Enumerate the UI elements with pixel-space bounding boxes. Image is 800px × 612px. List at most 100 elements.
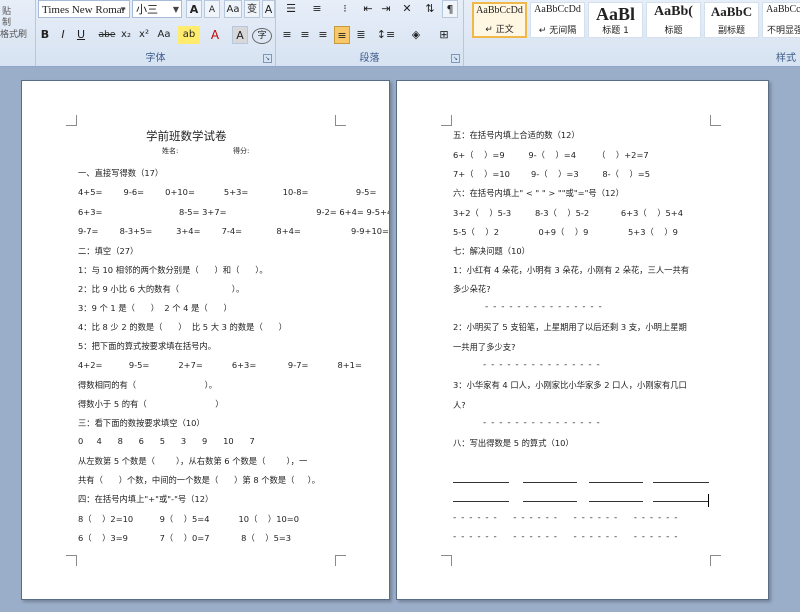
- align-left-icon[interactable]: ≡: [280, 26, 294, 44]
- decrease-indent-icon[interactable]: ⇤: [360, 0, 376, 18]
- align-right-icon[interactable]: ≡: [316, 26, 330, 44]
- crop-mark: [441, 115, 452, 126]
- style-sample: AaBbC: [710, 4, 753, 19]
- font-size-value: 小三: [136, 3, 158, 16]
- change-case-button[interactable]: Aa: [224, 0, 242, 18]
- format-painter-label[interactable]: 格式刷: [0, 27, 27, 40]
- style-tile[interactable]: AaBb(标题: [646, 2, 701, 38]
- answer-blank: [653, 501, 709, 502]
- text-line: 3：小华家有 4 口人，小刚家比小华家多 2 口人，小刚家有几口: [453, 380, 687, 390]
- dialog-launcher-icon[interactable]: ↘: [263, 54, 272, 63]
- name-label: 姓名:: [162, 147, 179, 155]
- ribbon: 贴 制 格式刷 Times New Romar ▼ 小三 ▼ A A Aa 变 …: [0, 0, 800, 67]
- borders-icon[interactable]: ⊞: [432, 26, 456, 44]
- answer-blank: [453, 501, 509, 502]
- clipboard-group: 贴 制 格式刷: [0, 0, 36, 66]
- font-name-field[interactable]: Times New Romar ▼: [38, 0, 130, 18]
- answer-blank: [523, 482, 577, 483]
- multilevel-list-icon[interactable]: ⁝: [334, 0, 356, 18]
- shrink-font-button[interactable]: A: [204, 0, 220, 18]
- crop-mark: [441, 555, 452, 566]
- document-page-1[interactable]: 学前班数学试卷 姓名: 得分: 一、直接写得数（17） 4+5= 9-6= 0+1…: [21, 80, 390, 600]
- text-line: 从左数第 5 个数是（ ），从右数第 6 个数是（ ），一: [78, 456, 308, 466]
- crop-mark: [710, 115, 721, 126]
- crop-mark: [66, 115, 77, 126]
- char-shading-button[interactable]: A: [232, 26, 248, 44]
- style-tile[interactable]: AaBbC 副标题: [704, 2, 759, 38]
- text-line: 人?: [453, 400, 466, 410]
- line-spacing-icon[interactable]: ↕≡: [374, 26, 398, 44]
- text-line: 共有（ ）个数，中间的一个数是（ ）第 8 个数是（ ）。: [78, 475, 321, 485]
- answer-line-1: - - - - - - - - - - - - - - -: [485, 302, 603, 312]
- page-title: 学前班数学试卷: [146, 129, 227, 143]
- text-line: 6+3= 8-5= 3+7= 9-2= 6+4= 9-5+4=: [78, 207, 390, 217]
- bullets-icon[interactable]: ☰: [280, 0, 302, 18]
- font-size-field[interactable]: 小三 ▼: [132, 0, 182, 18]
- distribute-icon[interactable]: ≣: [354, 26, 368, 44]
- increase-indent-icon[interactable]: ⇥: [378, 0, 394, 18]
- score-label: 得分:: [233, 147, 250, 155]
- chevron-down-icon[interactable]: ▼: [173, 1, 179, 19]
- text-line: 七：解决问题（10）: [453, 246, 530, 256]
- text-line: 6（ ）3=9 7（ ）0=7 8（ ）5=3: [78, 533, 292, 543]
- justify-icon[interactable]: ≡: [334, 26, 350, 44]
- font-name-value: Times New Romar: [42, 4, 126, 16]
- text-line: 得数小于 5 的有（ ）: [78, 399, 224, 409]
- document-page-2[interactable]: 五：在括号内填上合适的数（12） 6+（ ）=9 9-（ ）=4 （ ）+2=7 7…: [396, 80, 769, 600]
- style-name: 副标题: [717, 26, 745, 36]
- superscript-button[interactable]: x²: [136, 26, 152, 44]
- underline-button[interactable]: U: [74, 26, 88, 44]
- text-cursor: [708, 494, 709, 507]
- grow-font-button[interactable]: A: [186, 0, 202, 18]
- bold-button[interactable]: B: [38, 26, 52, 44]
- text-line: 7+（ ）=10 9-（ ）=3 8-（ ）=5: [453, 169, 651, 179]
- answer-blank: [589, 501, 643, 502]
- pinyin-button[interactable]: 变: [244, 0, 260, 18]
- style-sample: AaBbCcDd: [766, 4, 800, 15]
- italic-button[interactable]: I: [56, 26, 70, 44]
- answer-line-2: - - - - - - - - - - - - - - -: [483, 360, 601, 370]
- text-line: 三：看下面的数按要求填空（10）: [78, 418, 205, 428]
- style-tile[interactable]: AaBbCcDd ↵ 无间隔: [530, 2, 585, 38]
- answer-blank: [523, 501, 577, 502]
- shading-icon[interactable]: ◈: [404, 26, 428, 44]
- text-line: 4+5= 9-6= 0+10= 5+3= 10-8= 9-5=: [78, 187, 377, 197]
- style-tile[interactable]: AaBbCcDd ↵ 正文: [472, 2, 527, 38]
- change-case-button-2[interactable]: Aa: [154, 26, 174, 44]
- text-line: 5-5（ ）2 0+9（ ）9 5+3（ ）9: [453, 227, 678, 237]
- style-tile[interactable]: AaBl 标题 1: [588, 2, 643, 38]
- highlight-button[interactable]: ab: [178, 26, 200, 44]
- style-sample: AaBbCcDd: [534, 4, 581, 15]
- show-marks-icon[interactable]: ¶: [442, 0, 458, 18]
- crop-mark: [710, 555, 721, 566]
- text-line: 8（ ）2=10 9（ ）5=4 10（ ）10=0: [78, 514, 300, 524]
- align-center-icon[interactable]: ≡: [298, 26, 312, 44]
- text-line: 二：填空（27）: [78, 246, 139, 256]
- style-sample: AaBl: [595, 4, 635, 24]
- strikethrough-button[interactable]: abe: [98, 26, 116, 44]
- chevron-down-icon[interactable]: ▼: [119, 1, 127, 19]
- text-line: 4：比 8 少 2 的数是（ ） 比 5 大 3 的数是（ ）: [78, 322, 287, 332]
- subscript-button[interactable]: x₂: [118, 26, 134, 44]
- dialog-launcher-icon[interactable]: ↘: [451, 54, 460, 63]
- text-line: 1：与 10 相邻的两个数分别是（ ）和（ ）。: [78, 265, 268, 275]
- style-tile[interactable]: AaBbCcDd 不明显强调: [762, 2, 800, 38]
- answer-line-3: - - - - - - - - - - - - - - -: [483, 418, 601, 428]
- text-line: 2：小明买了 5 支铅笔，上星期用了以后还剩 3 支，小明上星期: [453, 322, 687, 332]
- answer-blank: [653, 482, 709, 483]
- enclose-char-button[interactable]: 字: [252, 28, 272, 44]
- text-line: 0 4 8 6 5 3 9 10 7: [78, 436, 255, 446]
- numbering-icon[interactable]: ≡: [306, 0, 328, 18]
- text-line: 5：把下面的算式按要求填在括号内。: [78, 341, 217, 351]
- styles-group: AaBbCcDd ↵ 正文 AaBbCcDd ↵ 无间隔 AaBl 标题 1 AaBb(标题…: [464, 0, 800, 66]
- sort-icon[interactable]: ⇅: [422, 0, 438, 18]
- style-name: 标题 1: [602, 26, 629, 36]
- text-line: 3：9 个 1 是（ ） 2 个 4 是（ ）: [78, 303, 232, 313]
- clear-format-button[interactable]: A: [262, 0, 275, 18]
- text-line: 五：在括号内填上合适的数（12）: [453, 130, 580, 140]
- style-name: ↵ 无间隔: [538, 26, 577, 36]
- text-line: 八：写出得数是 5 的算式（10）: [453, 438, 574, 448]
- font-color-button[interactable]: A: [204, 26, 226, 44]
- chinese-layout-icon[interactable]: ✕: [396, 0, 418, 18]
- font-group-label: 字体: [145, 53, 166, 64]
